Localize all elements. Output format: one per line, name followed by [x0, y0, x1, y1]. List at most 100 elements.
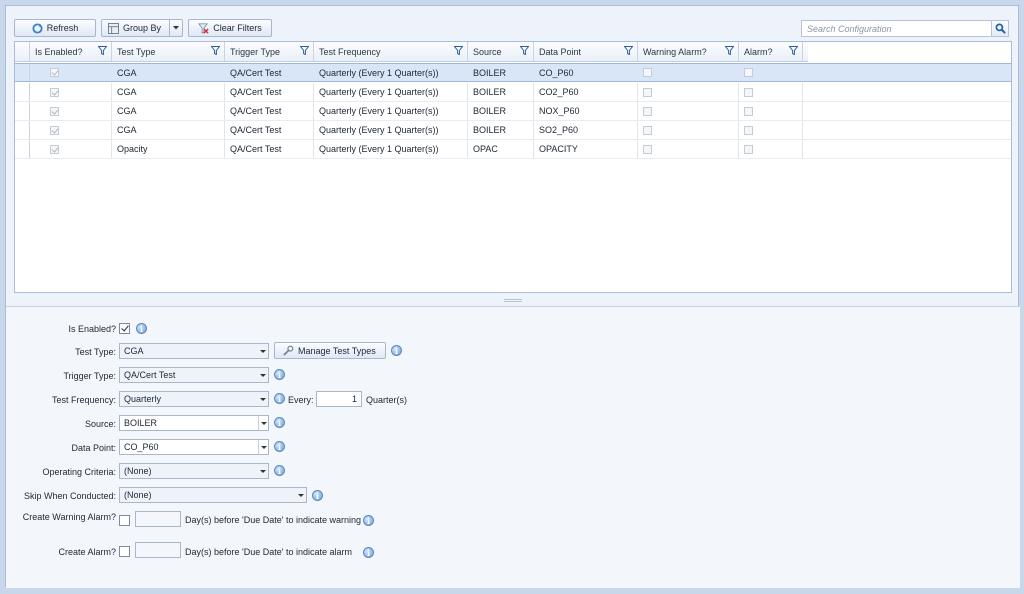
is-enabled-checkbox[interactable] [119, 323, 130, 334]
test-frequency-label: Test Frequency: [51, 395, 116, 405]
grid-header: Is Enabled? Test Type Trigger Type Test … [15, 42, 808, 62]
column-header-data-point[interactable]: Data Point [534, 42, 638, 61]
column-header-label: Warning Alarm? [643, 46, 707, 57]
cell-warning-alarm [638, 64, 739, 81]
cell-test-type: CGA [112, 121, 225, 139]
alarm-days-input[interactable] [135, 542, 181, 558]
row-indicator [15, 140, 30, 158]
refresh-icon [32, 22, 43, 34]
filter-icon[interactable] [520, 46, 529, 55]
operating-criteria-value: (None) [124, 466, 152, 476]
filter-icon[interactable] [98, 46, 107, 55]
table-row[interactable]: Opacity QA/Cert Test Quarterly (Every 1 … [15, 140, 1011, 159]
alarm-checkbox [744, 106, 753, 116]
column-header-warning-alarm[interactable]: Warning Alarm? [638, 42, 739, 61]
filter-icon[interactable] [211, 46, 220, 55]
source-value: BOILER [124, 418, 158, 428]
cell-alarm [739, 121, 803, 139]
column-header-alarm[interactable]: Alarm? [739, 42, 803, 61]
create-alarm-label: Create Alarm? [58, 547, 116, 557]
trigger-type-value: QA/Cert Test [124, 370, 176, 380]
search-input[interactable] [801, 20, 995, 37]
filter-icon[interactable] [624, 46, 633, 55]
configuration-grid: Is Enabled? Test Type Trigger Type Test … [14, 41, 1012, 293]
info-icon[interactable]: i [363, 515, 374, 526]
cell-data-point: NOX_P60 [534, 102, 638, 120]
warning-days-input[interactable] [135, 511, 181, 527]
group-by-button[interactable]: Group By [101, 19, 183, 37]
cell-filler [803, 102, 1011, 120]
cell-trigger-type: QA/Cert Test [225, 140, 314, 158]
test-type-dropdown[interactable]: CGA [119, 343, 269, 359]
warning-alarm-checkbox [643, 87, 652, 97]
trigger-type-dropdown[interactable]: QA/Cert Test [119, 367, 269, 383]
info-icon[interactable]: i [363, 547, 374, 558]
operating-criteria-label: Operating Criteria: [42, 467, 116, 477]
skip-when-conducted-dropdown[interactable]: (None) [119, 487, 307, 503]
cell-trigger-type: QA/Cert Test [225, 64, 314, 81]
test-frequency-value: Quarterly [124, 394, 162, 404]
table-row[interactable]: CGA QA/Cert Test Quarterly (Every 1 Quar… [15, 121, 1011, 140]
column-header-label: Alarm? [744, 46, 773, 57]
every-input[interactable]: 1 [316, 391, 362, 407]
data-point-dropdown[interactable]: CO_P60 [119, 439, 269, 455]
filter-icon[interactable] [725, 46, 734, 55]
column-header-source[interactable]: Source [468, 42, 534, 61]
row-indicator [15, 83, 30, 101]
clear-filters-button[interactable]: Clear Filters [188, 19, 272, 37]
create-alarm-checkbox[interactable] [119, 546, 130, 557]
info-icon[interactable]: i [312, 490, 323, 501]
cell-test-frequency: Quarterly (Every 1 Quarter(s)) [314, 102, 468, 120]
column-header-test-type[interactable]: Test Type [112, 42, 225, 61]
cell-test-frequency: Quarterly (Every 1 Quarter(s)) [314, 140, 468, 158]
cell-warning-alarm [638, 140, 739, 158]
enabled-checkbox [50, 144, 59, 154]
detail-form: Is Enabled? i Test Type: CGA Manage Test… [6, 306, 1020, 588]
info-icon[interactable]: i [274, 417, 285, 428]
search-button[interactable] [991, 20, 1009, 37]
cell-source: OPAC [468, 140, 534, 158]
info-icon[interactable]: i [391, 345, 402, 356]
create-warning-alarm-checkbox[interactable] [119, 515, 130, 526]
test-frequency-dropdown[interactable]: Quarterly [119, 391, 269, 407]
cell-data-point: SO2_P60 [534, 121, 638, 139]
alarm-checkbox [744, 125, 753, 135]
column-header-trigger-type[interactable]: Trigger Type [225, 42, 314, 61]
column-header-test-frequency[interactable]: Test Frequency [314, 42, 468, 61]
info-icon[interactable]: i [274, 393, 285, 404]
alarm-checkbox [744, 87, 753, 97]
source-dropdown[interactable]: BOILER [119, 415, 269, 431]
info-icon[interactable]: i [274, 465, 285, 476]
group-by-icon [108, 22, 119, 34]
clear-filters-icon [198, 23, 209, 34]
table-row[interactable]: CGA QA/Cert Test Quarterly (Every 1 Quar… [15, 63, 1011, 82]
test-type-label: Test Type: [75, 347, 116, 357]
cell-trigger-type: QA/Cert Test [225, 121, 314, 139]
info-icon[interactable]: i [136, 323, 147, 334]
table-row[interactable]: CGA QA/Cert Test Quarterly (Every 1 Quar… [15, 102, 1011, 121]
manage-test-types-button[interactable]: Manage Test Types [274, 342, 386, 359]
info-icon[interactable]: i [274, 441, 285, 452]
chevron-down-icon[interactable] [169, 20, 182, 36]
splitter-handle[interactable] [14, 296, 1012, 304]
chevron-down-icon [258, 464, 268, 478]
toolbar: Refresh Group By Clear Filters [14, 19, 272, 37]
enabled-checkbox [50, 125, 59, 135]
refresh-button[interactable]: Refresh [14, 19, 96, 37]
filter-icon[interactable] [300, 46, 309, 55]
table-row[interactable]: CGA QA/Cert Test Quarterly (Every 1 Quar… [15, 83, 1011, 102]
skip-when-conducted-label: Skip When Conducted: [23, 491, 116, 501]
operating-criteria-dropdown[interactable]: (None) [119, 463, 269, 479]
chevron-down-icon [258, 440, 268, 454]
cell-test-frequency: Quarterly (Every 1 Quarter(s)) [314, 83, 468, 101]
column-header-is-enabled[interactable]: Is Enabled? [30, 42, 112, 61]
filter-icon[interactable] [454, 46, 463, 55]
warning-alarm-checkbox [643, 144, 652, 154]
cell-test-frequency: Quarterly (Every 1 Quarter(s)) [314, 121, 468, 139]
source-label: Source: [84, 419, 116, 429]
cell-alarm [739, 64, 803, 81]
cell-data-point: OPACITY [534, 140, 638, 158]
cell-test-type: CGA [112, 102, 225, 120]
info-icon[interactable]: i [274, 369, 285, 380]
filter-icon[interactable] [789, 46, 798, 55]
